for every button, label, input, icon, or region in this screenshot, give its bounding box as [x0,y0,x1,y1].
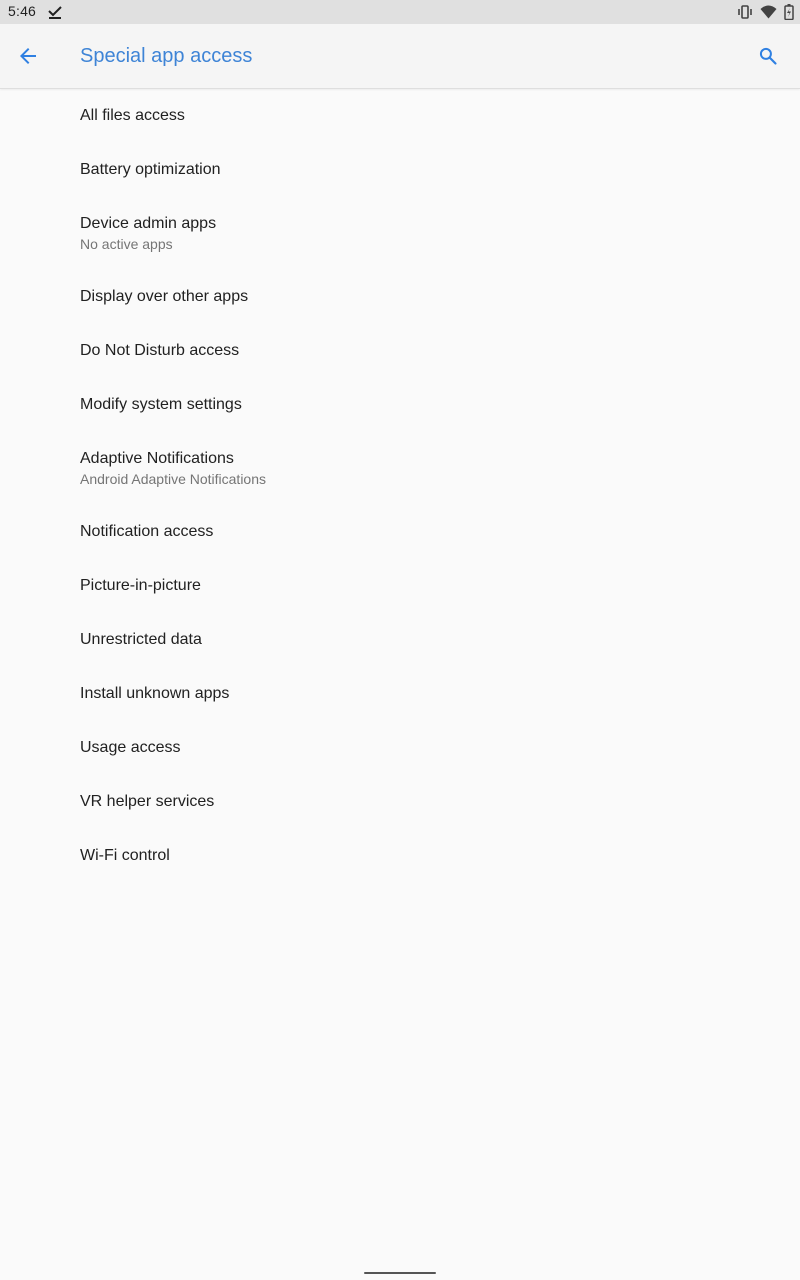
list-item-all-files-access[interactable]: All files access [0,89,800,143]
list-item-title: Adaptive Notifications [80,450,234,467]
battery-charging-icon [784,4,794,20]
vibrate-icon [738,5,752,19]
list-item-adaptive-notifications[interactable]: Adaptive Notifications Android Adaptive … [0,432,800,505]
list-item-summary: Android Adaptive Notifications [80,471,266,487]
list-item-title: Display over other apps [80,288,249,305]
list-item-title: Unrestricted data [80,631,202,648]
list-item-title: Device admin apps [80,215,217,232]
list-item-title: Wi-Fi control [80,847,170,864]
settings-list: All files access Battery optimization De… [0,89,800,883]
list-item-modify-system-settings[interactable]: Modify system settings [0,378,800,432]
list-item-picture-in-picture[interactable]: Picture-in-picture [0,559,800,613]
list-item-unrestricted-data[interactable]: Unrestricted data [0,613,800,667]
wifi-icon [760,5,777,19]
app-bar: Special app access [0,24,800,89]
search-icon [759,47,777,65]
list-item-title: Modify system settings [80,396,242,413]
list-item-usage-access[interactable]: Usage access [0,721,800,775]
page-title: Special app access [80,45,253,67]
gesture-nav-handle[interactable] [364,1272,436,1274]
list-item-title: Do Not Disturb access [80,342,240,359]
list-item-title: Picture-in-picture [80,577,201,594]
search-button[interactable] [744,32,792,80]
list-item-summary: No active apps [80,236,173,252]
list-item-title: Usage access [80,739,181,756]
list-item-do-not-disturb-access[interactable]: Do Not Disturb access [0,324,800,378]
list-item-battery-optimization[interactable]: Battery optimization [0,143,800,197]
list-item-title: All files access [80,107,185,124]
list-item-install-unknown-apps[interactable]: Install unknown apps [0,667,800,721]
list-item-title: Notification access [80,523,214,540]
list-item-vr-helper-services[interactable]: VR helper services [0,775,800,829]
list-item-title: VR helper services [80,793,215,810]
list-item-title: Install unknown apps [80,685,230,702]
list-item-notification-access[interactable]: Notification access [0,505,800,559]
check-icon [48,6,62,19]
status-icons [737,4,794,20]
back-button[interactable] [4,32,52,80]
status-bar: 5:46 [0,0,800,24]
list-item-device-admin-apps[interactable]: Device admin apps No active apps [0,197,800,270]
list-item-display-over-other-apps[interactable]: Display over other apps [0,270,800,324]
status-time: 5:46 [8,3,37,19]
list-item-title: Battery optimization [80,161,221,178]
list-item-wifi-control[interactable]: Wi-Fi control [0,829,800,883]
arrow-back-icon [20,48,36,64]
